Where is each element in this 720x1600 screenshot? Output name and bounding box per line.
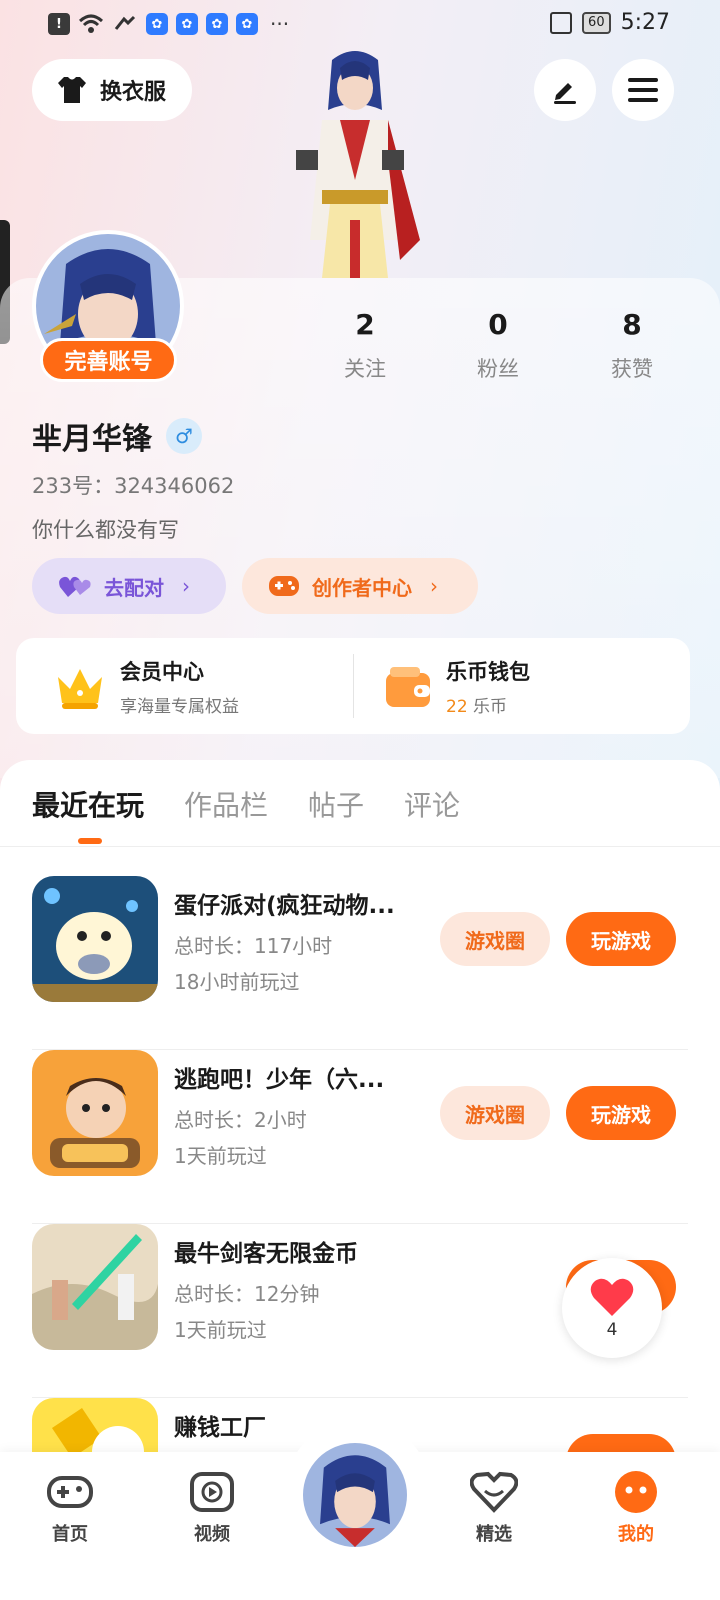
shirt-icon — [58, 77, 86, 103]
game-total-time: 总时长：117小时 — [174, 934, 333, 958]
game-circle-button[interactable]: 游戏圈 — [440, 1086, 550, 1140]
status-icons-right: 60 5:27 — [550, 10, 670, 35]
creator-center-label: 创作者中心 — [312, 575, 412, 600]
baidu-paw-icon: ✿ — [146, 13, 168, 35]
user-id[interactable]: 233号：324346062 — [32, 470, 234, 500]
card-divider — [353, 654, 354, 718]
game-name: 蛋仔派对(疯狂动物... — [174, 893, 395, 919]
nav-mine[interactable]: 我的 — [596, 1470, 676, 1546]
alert-icon: ! — [48, 13, 70, 35]
tab-posts[interactable]: 帖子 — [308, 784, 364, 824]
following-label: 关注 — [344, 357, 386, 381]
game-icon-eggy-party — [32, 876, 158, 1002]
game-name: 逃跑吧！少年（六... — [174, 1067, 385, 1093]
game-total-time: 总时长：12分钟 — [174, 1282, 320, 1306]
likes-count: 8 — [622, 308, 642, 341]
coin-balance: 22 乐币 — [446, 692, 530, 717]
chevron-right-icon: › — [182, 574, 190, 598]
hamburger-menu-icon — [628, 78, 658, 102]
baidu-paw-icon: ✿ — [206, 13, 228, 35]
crown-icon — [58, 668, 102, 709]
username: 芈月华锋 — [32, 422, 152, 457]
following-count: 2 — [355, 308, 375, 341]
edit-button[interactable] — [534, 59, 596, 121]
heart-icon — [590, 1278, 634, 1316]
following-stat[interactable]: 2 关注 — [320, 308, 410, 383]
game-name: 最牛剑客无限金币 — [174, 1241, 358, 1267]
coin-wallet-entry[interactable]: 乐币钱包 22 乐币 — [384, 656, 530, 717]
nav-video[interactable]: 视频 — [172, 1470, 252, 1546]
coin-amount: 22 — [446, 697, 468, 717]
gamepad-icon — [269, 576, 299, 596]
game-row[interactable]: 蛋仔派对(疯狂动物... 总时长：117小时 18小时前玩过 游戏圈 玩游戏 — [32, 876, 688, 1050]
edit-pen-icon — [554, 83, 576, 104]
play-game-button[interactable]: 玩游戏 — [566, 912, 676, 966]
wifi-icon — [78, 14, 104, 33]
coin-wallet-title: 乐币钱包 — [446, 660, 530, 684]
member-center-subtitle: 享海量专属权益 — [120, 697, 239, 717]
chevron-right-icon: › — [430, 574, 438, 598]
male-gender-icon: ♂ — [166, 418, 202, 454]
tab-comments[interactable]: 评论 — [404, 784, 460, 824]
nav-home-label: 首页 — [52, 1524, 88, 1545]
change-outfit-label: 换衣服 — [100, 80, 167, 105]
nav-video-label: 视频 — [194, 1524, 230, 1545]
video-play-icon — [188, 1470, 236, 1514]
avatar-character-figure[interactable] — [270, 40, 440, 280]
match-button[interactable]: 去配对 › — [32, 558, 226, 614]
tab-works[interactable]: 作品栏 — [184, 784, 268, 824]
like-count: 4 — [606, 1320, 618, 1340]
nav-center-avatar[interactable] — [300, 1440, 410, 1550]
game-last-played: 1天前玩过 — [174, 1318, 267, 1342]
gamepad-icon — [46, 1470, 94, 1514]
wallet-icon — [386, 666, 430, 707]
fans-count: 0 — [488, 308, 508, 341]
member-center-entry[interactable]: 会员中心 享海量专属权益 — [54, 656, 239, 717]
nav-featured-label: 精选 — [476, 1524, 512, 1545]
game-total-time: 总时长：2小时 — [174, 1108, 307, 1132]
nav-featured[interactable]: 精选 — [454, 1470, 534, 1546]
game-last-played: 1天前玩过 — [174, 1144, 267, 1168]
game-icon-swordsman — [32, 1224, 158, 1350]
profile-tabs: 最近在玩 作品栏 帖子 评论 — [32, 784, 460, 824]
creator-center-button[interactable]: 创作者中心 › — [242, 558, 478, 614]
battery-icon: 60 — [582, 11, 611, 34]
play-game-button[interactable]: 玩游戏 — [566, 1086, 676, 1140]
heart-diamond-icon — [470, 1470, 518, 1514]
tabs-divider — [0, 846, 720, 847]
fans-label: 粉丝 — [477, 357, 519, 381]
hearts-icon — [59, 576, 91, 597]
baidu-paw-icon: ✿ — [176, 13, 198, 35]
nav-mine-label: 我的 — [618, 1524, 654, 1545]
nav-home[interactable]: 首页 — [30, 1470, 110, 1546]
clock: 5:27 — [620, 10, 670, 35]
profile-face-icon — [612, 1470, 660, 1514]
menu-button[interactable] — [612, 59, 674, 121]
username-row: 芈月华锋 ♂ — [32, 414, 202, 458]
floating-like-button[interactable]: 4 — [562, 1258, 662, 1358]
active-tab-indicator — [78, 838, 102, 844]
change-outfit-button[interactable]: 换衣服 — [32, 59, 192, 121]
member-center-title: 会员中心 — [120, 660, 204, 684]
match-label: 去配对 — [104, 575, 164, 600]
status-icons-left: ! ✿ ✿ ✿ ✿ ··· — [48, 12, 289, 36]
fans-stat[interactable]: 0 粉丝 — [453, 308, 543, 383]
baidu-paw-icon: ✿ — [236, 13, 258, 35]
game-circle-button[interactable]: 游戏圈 — [440, 912, 550, 966]
game-last-played: 18小时前玩过 — [174, 970, 300, 994]
vibrate-icon — [550, 11, 573, 34]
likes-stat[interactable]: 8 获赞 — [587, 308, 677, 383]
complete-account-button[interactable]: 完善账号 — [40, 338, 177, 382]
member-wallet-card: 会员中心 享海量专属权益 乐币钱包 22 乐币 — [16, 638, 690, 734]
more-notifications-icon: ··· — [270, 12, 290, 36]
coin-unit: 乐币 — [473, 697, 508, 717]
game-row[interactable]: 逃跑吧！少年（六... 总时长：2小时 1天前玩过 游戏圈 玩游戏 — [32, 1050, 688, 1224]
likes-label: 获赞 — [611, 357, 653, 381]
tab-recently-played[interactable]: 最近在玩 — [32, 784, 144, 824]
signal-link-icon — [114, 15, 136, 30]
bio[interactable]: 你什么都没有写 — [32, 514, 179, 544]
game-icon-run-boy — [32, 1050, 158, 1176]
